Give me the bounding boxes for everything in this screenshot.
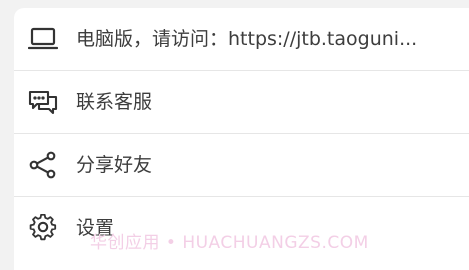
menu-item-share-friends[interactable]: 分享好友 xyxy=(14,134,469,196)
menu-card: 电脑版，请访问：https://jtb.taoguni... 联系客服 分享好友… xyxy=(14,8,469,270)
menu-item-label: 设置 xyxy=(76,217,115,239)
laptop-icon xyxy=(28,25,58,53)
menu-item-settings[interactable]: 设置 xyxy=(14,197,469,259)
share-icon xyxy=(28,151,58,179)
menu-item-customer-service[interactable]: 联系客服 xyxy=(14,71,469,133)
menu-item-label: 分享好友 xyxy=(76,154,153,176)
chat-bubbles-icon xyxy=(28,88,58,116)
gear-icon xyxy=(28,214,58,242)
menu-item-desktop-version[interactable]: 电脑版，请访问：https://jtb.taoguni... xyxy=(14,8,469,70)
menu-item-label: 电脑版，请访问：https://jtb.taoguni... xyxy=(76,28,418,50)
menu-item-label: 联系客服 xyxy=(76,91,153,113)
